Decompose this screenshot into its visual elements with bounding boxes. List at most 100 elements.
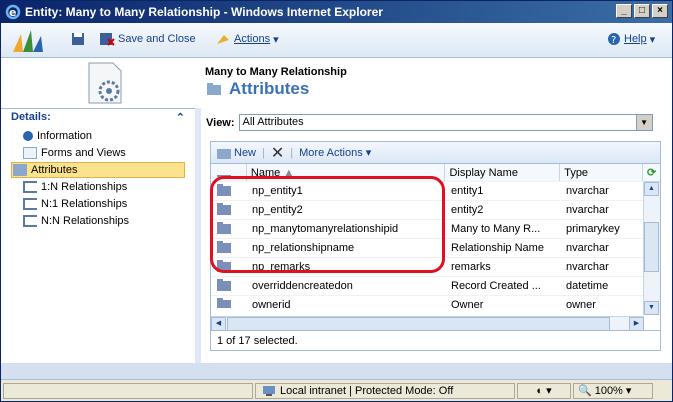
close-button[interactable]: × xyxy=(652,4,668,18)
crm-toolbar: Save and Close Actions ▾ ? Help ▾ xyxy=(1,23,672,58)
status-bar: Local intranet | Protected Mode: Off ◐ ▾… xyxy=(1,379,672,401)
cell-display-name: remarks xyxy=(451,261,491,273)
refresh-icon[interactable]: ⟳ xyxy=(643,164,660,181)
cell-display-name: Owner xyxy=(451,299,484,308)
breadcrumb: Many to Many Relationship xyxy=(205,66,347,78)
page-title: Attributes xyxy=(229,79,310,98)
new-icon xyxy=(217,148,231,159)
save-and-close-button[interactable]: Save and Close xyxy=(99,32,196,46)
toolbar-divider: | xyxy=(290,146,294,159)
maximize-button[interactable]: □ xyxy=(634,4,650,18)
entity-gear-icon xyxy=(88,62,122,104)
scroll-right-icon[interactable]: ▶ xyxy=(629,317,644,331)
grid-footer: 1 of 17 selected. xyxy=(211,330,660,350)
save-and-close-label: Save and Close xyxy=(118,33,196,45)
cell-name: ownerid xyxy=(252,299,291,308)
actions-icon xyxy=(217,35,229,44)
scroll-down-icon[interactable]: ▼ xyxy=(644,301,659,315)
info-icon xyxy=(23,131,33,141)
security-zone: Local intranet | Protected Mode: Off xyxy=(255,382,515,399)
entity-icon-panel xyxy=(1,58,195,108)
relationship-icon xyxy=(23,215,37,227)
attributes-icon xyxy=(13,164,27,176)
chevron-down-icon: ▾ xyxy=(273,33,279,46)
crm-logo-icon xyxy=(13,30,43,52)
relationship-icon xyxy=(23,198,37,210)
forms-icon xyxy=(23,147,37,159)
horizontal-scroll-thumb[interactable] xyxy=(227,317,610,331)
details-header[interactable]: Details: ⌃ xyxy=(1,109,195,127)
dropdown-arrow-icon[interactable]: ▼ xyxy=(635,115,652,130)
save-icon xyxy=(72,33,84,45)
protected-mode-icon[interactable]: ◐ ▾ xyxy=(517,382,571,399)
title-bar: e Entity: Many to Many Relationship - Wi… xyxy=(1,1,672,23)
nav-item-n1-relationships[interactable]: N:1 Relationships xyxy=(11,196,185,212)
cell-display-name: Modified On xyxy=(446,175,561,178)
chevron-down-icon: ▾ xyxy=(649,33,656,46)
vertical-scrollbar[interactable]: ▲ ▼ xyxy=(643,182,660,315)
save-close-icon xyxy=(100,33,115,46)
cell-type: nvarchar xyxy=(566,261,609,273)
window-title: Entity: Many to Many Relationship - Wind… xyxy=(25,5,383,19)
svg-text:e: e xyxy=(9,6,16,19)
zoom-control[interactable]: 🔍 100% ▾ xyxy=(573,382,653,399)
horizontal-scrollbar[interactable]: ◀ ▶ xyxy=(211,316,644,331)
nav-item-label: 1:N Relationships xyxy=(41,181,128,193)
form-footer-strip xyxy=(1,363,672,379)
relationship-icon xyxy=(23,181,37,193)
scroll-thumb[interactable] xyxy=(644,222,659,272)
cell-type: owner xyxy=(566,299,596,308)
actions-label: Actions xyxy=(234,33,271,45)
cell-type: datetime xyxy=(566,280,609,292)
nav-item-forms-and-views[interactable]: Forms and Views xyxy=(11,145,185,161)
nav-item-label: Information xyxy=(37,130,93,142)
grid-toolbar: New | ✕ | More Actions ▾ xyxy=(211,142,660,164)
new-button[interactable]: New xyxy=(217,147,256,159)
help-menu[interactable]: ? Help ▾ xyxy=(607,32,655,46)
zoom-level: 100% xyxy=(594,384,623,397)
cell-name: overriddencreatedon xyxy=(252,280,353,292)
cell-type: nvarchar xyxy=(566,185,609,197)
delete-icon[interactable]: ✕ xyxy=(271,143,284,163)
table-row[interactable]: overriddencreatedon Record Created ... dat… xyxy=(211,277,644,296)
ie-icon: e xyxy=(5,4,21,20)
more-actions-menu[interactable]: More Actions ▾ xyxy=(299,146,371,159)
collapse-icon[interactable]: ⌃ xyxy=(176,111,185,125)
cell-type: datetime xyxy=(561,175,644,178)
nav-item-label: Attributes xyxy=(31,164,78,176)
more-actions-label: More Actions xyxy=(299,147,363,159)
zone-label: Local intranet | Protected Mode: Off xyxy=(280,384,454,397)
scroll-up-icon[interactable]: ▲ xyxy=(644,182,659,196)
view-select[interactable]: All Attributes ▼ xyxy=(238,114,653,131)
nav-item-attributes[interactable]: Attributes xyxy=(11,162,185,178)
actions-menu[interactable]: Actions ▾ xyxy=(215,32,279,46)
scroll-left-icon[interactable]: ◀ xyxy=(211,317,226,331)
cell-type: nvarchar xyxy=(566,242,609,254)
intranet-icon xyxy=(263,385,275,396)
highlight-annotation xyxy=(210,176,445,273)
page-title-row: Attributes xyxy=(207,79,309,99)
help-icon: ? xyxy=(608,33,620,46)
nav-item-information[interactable]: Information xyxy=(11,128,185,144)
attribute-icon xyxy=(211,297,247,308)
svg-text:?: ? xyxy=(611,35,616,46)
cell-display-name: entity2 xyxy=(451,204,484,216)
help-label: Help xyxy=(624,33,647,45)
cell-display-name: Many to Many R... xyxy=(451,223,541,235)
minimize-button[interactable]: _ xyxy=(616,4,632,18)
table-row[interactable]: ownerid Owner owner xyxy=(211,296,644,308)
attributes-icon xyxy=(207,83,221,95)
view-row: View: All Attributes ▼ xyxy=(206,114,653,131)
save-button[interactable] xyxy=(71,32,85,46)
view-selected-value: All Attributes xyxy=(242,116,304,128)
view-label: View: xyxy=(206,116,235,129)
nav-item-label: Forms and Views xyxy=(41,147,126,159)
nav-item-1n-relationships[interactable]: 1:N Relationships xyxy=(11,179,185,195)
status-segment xyxy=(3,382,253,399)
cell-display-name: Record Created ... xyxy=(451,280,541,292)
nav-item-nn-relationships[interactable]: N:N Relationships xyxy=(11,213,185,229)
cell-display-name: entity1 xyxy=(451,185,484,197)
cell-type: primarykey xyxy=(566,223,620,235)
nav-item-label: N:N Relationships xyxy=(41,215,130,227)
page-header: Many to Many Relationship Attributes xyxy=(195,58,672,108)
